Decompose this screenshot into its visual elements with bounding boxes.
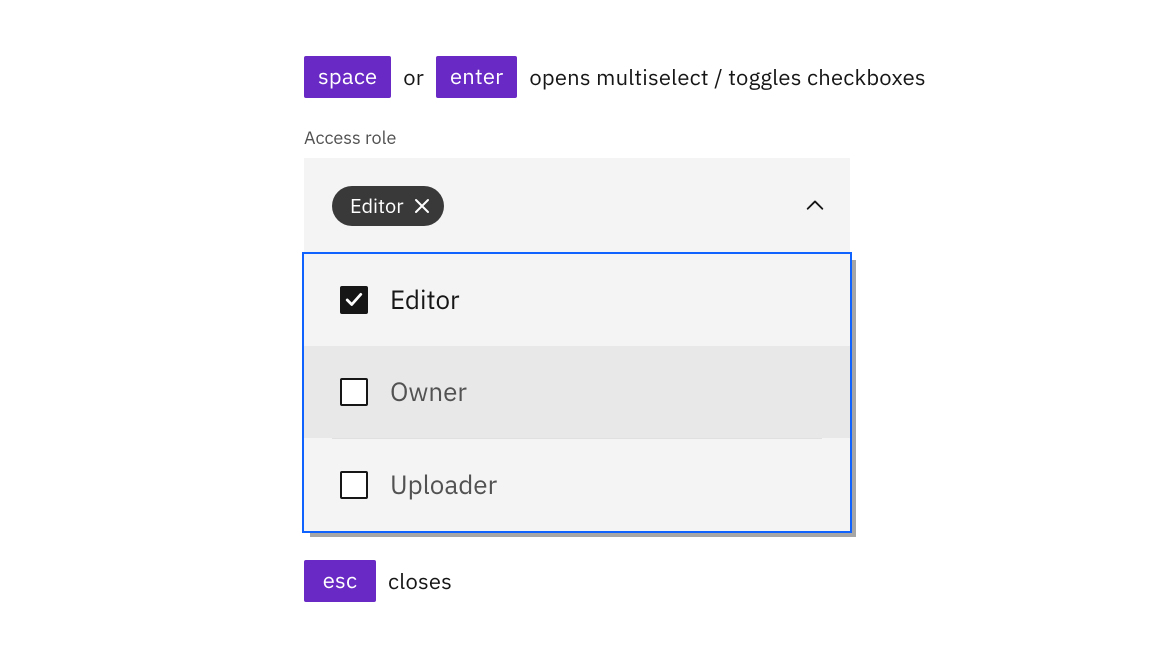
option-label: Editor — [390, 283, 460, 317]
checkbox-editor[interactable] — [340, 286, 368, 314]
option-owner[interactable]: Owner — [304, 346, 850, 438]
multiselect-menu: Editor Owner Uploader — [304, 254, 850, 531]
hint-open-toggle: space or enter opens multiselect / toggl… — [304, 56, 926, 98]
hint-connector: or — [403, 63, 424, 92]
hint-open-text: opens multiselect / toggles checkboxes — [529, 63, 925, 92]
option-editor[interactable]: Editor — [304, 254, 850, 346]
checkbox-owner[interactable] — [340, 378, 368, 406]
kbd-enter: enter — [436, 56, 517, 98]
chevron-up-icon[interactable] — [804, 195, 826, 217]
multiselect-access-role: Editor Editor Owner — [304, 158, 850, 531]
field-label-access-role: Access role — [304, 126, 396, 149]
option-label: Owner — [390, 375, 467, 409]
selected-tag-editor[interactable]: Editor — [332, 186, 444, 226]
option-uploader[interactable]: Uploader — [304, 439, 850, 531]
hint-close: esc closes — [304, 560, 452, 602]
hint-close-text: closes — [388, 567, 452, 596]
checkbox-uploader[interactable] — [340, 471, 368, 499]
checkmark-icon — [345, 291, 363, 309]
kbd-space: space — [304, 56, 391, 98]
close-icon[interactable] — [414, 198, 430, 214]
selected-tag-label: Editor — [350, 192, 404, 219]
multiselect-field[interactable]: Editor — [304, 158, 850, 254]
kbd-esc: esc — [304, 560, 376, 602]
option-label: Uploader — [390, 468, 497, 502]
